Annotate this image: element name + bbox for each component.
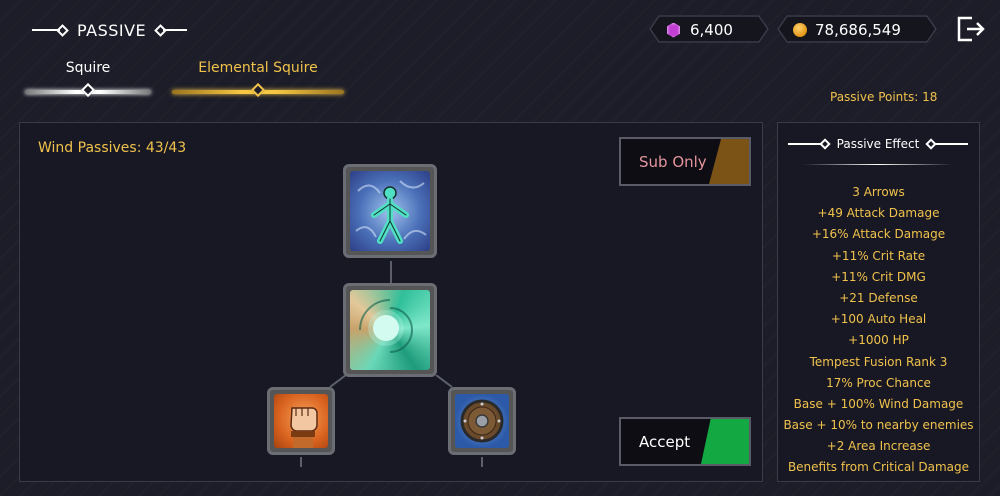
tab-squire[interactable]: Squire [25, 60, 151, 98]
accept-label: Accept [639, 433, 691, 451]
effect-item: Tempest Fusion Rank 3 [809, 354, 948, 369]
effect-diamond-right [925, 138, 938, 150]
effect-item: +11% Crit Rate [831, 248, 926, 263]
coin-amount: 78,686,549 [815, 21, 901, 39]
skill-node-wind-figure[interactable] [343, 164, 437, 258]
tab-elemental-squire-label: Elemental Squire [198, 60, 318, 76]
coin-icon [793, 23, 807, 37]
gem-icon [667, 23, 680, 38]
skill-node-fist[interactable] [267, 387, 335, 455]
wind-figure-icon [355, 180, 427, 244]
tab-squire-diamond [80, 82, 96, 98]
skill-node-shield[interactable] [448, 387, 516, 455]
effect-item: +2 Area Increase [826, 439, 931, 454]
effect-item: +100 Auto Heal [830, 312, 927, 327]
vortex-icon [359, 299, 413, 353]
wind-passives-count: Wind Passives: 43/43 [38, 140, 187, 156]
tab-elemental-squire-diamond [250, 82, 266, 98]
effect-item: +49 Attack Damage [817, 206, 940, 221]
sub-only-accent [709, 139, 749, 184]
effect-diamond-left [818, 138, 831, 150]
passive-points: Passive Points: 18 [830, 90, 938, 104]
gem-counter: 6,400 [649, 15, 769, 43]
title-diamond-right [154, 23, 168, 37]
effect-item: Base + 10% to nearby enemies [783, 418, 974, 433]
page-title: PASSIVE [32, 18, 188, 42]
effect-item: +1000 HP [848, 333, 909, 348]
coin-counter: 78,686,549 [777, 15, 937, 43]
fist-icon [290, 407, 318, 448]
accept-button[interactable]: Accept [619, 417, 751, 466]
sub-only-label: Sub Only [639, 153, 707, 171]
accept-accent [701, 419, 749, 464]
effect-item: 3 Arrows [852, 185, 905, 199]
sub-only-button[interactable]: Sub Only [619, 137, 751, 186]
effect-item: +11% Crit DMG [831, 269, 926, 284]
passive-effect-header: Passive Effect [788, 137, 969, 151]
exit-icon[interactable] [956, 16, 986, 42]
passive-effect-list: 3 Arrows +49 Attack Damage +16% Attack D… [778, 185, 979, 481]
title-text: PASSIVE [77, 20, 147, 40]
round-shield-icon [460, 399, 504, 443]
effect-item: +16% Attack Damage [811, 227, 946, 242]
passive-effect-title: Passive Effect [836, 137, 920, 151]
connector-top [390, 261, 392, 283]
tab-squire-label: Squire [65, 60, 111, 76]
effect-item: Base + 100% Wind Damage [793, 396, 964, 411]
effect-item: +21 Defense [839, 290, 918, 305]
effect-underline [803, 164, 953, 165]
skill-node-vortex[interactable] [343, 283, 437, 377]
tab-elemental-squire[interactable]: Elemental Squire [172, 60, 344, 98]
gem-amount: 6,400 [690, 21, 733, 39]
passive-effect-panel: Passive Effect 3 Arrows +49 Attack Damag… [777, 122, 980, 482]
effect-item: Benefits from Critical Damage [787, 460, 970, 475]
effect-item: 17% Proc Chance [826, 375, 931, 390]
title-diamond-left [56, 23, 69, 37]
